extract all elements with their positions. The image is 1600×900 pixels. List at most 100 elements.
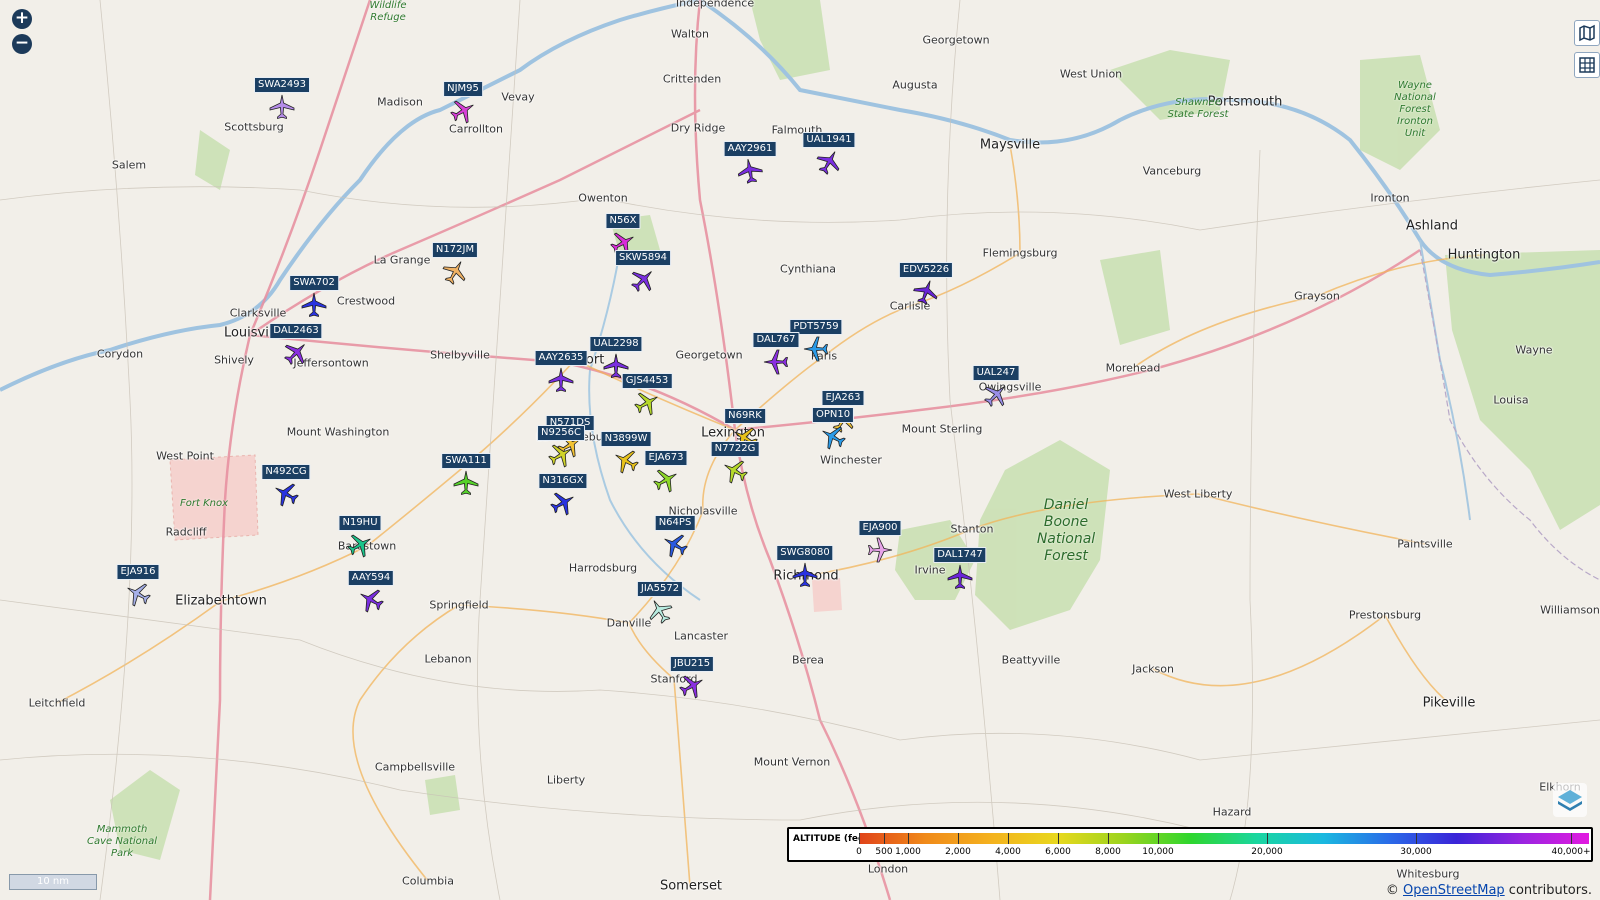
map-canvas[interactable]: Madison Vevay Carrollton Scottsburg Salem Wal… [0, 0, 1600, 900]
town-label: Liberty [546, 773, 586, 787]
legend-tick-mark [1158, 833, 1159, 844]
airplane-icon [453, 470, 479, 496]
town-label: Grayson [1294, 289, 1340, 303]
legend-tick-mark [908, 833, 909, 844]
map-layers-button[interactable] [1574, 20, 1600, 46]
attribution: © OpenStreetMap contributors. [1386, 883, 1592, 898]
town-label: Cynthiana [780, 262, 836, 276]
airplane-icon [679, 675, 703, 699]
aircraft-callsign: N492CG [261, 464, 311, 480]
town-label: Paintsville [1397, 537, 1453, 551]
attribution-prefix: © [1385, 883, 1403, 898]
town-label: Elizabethtown [175, 593, 267, 609]
town-label: Huntington [1447, 247, 1521, 263]
town-label: Maysville [979, 137, 1041, 153]
airplane-icon [984, 386, 1005, 407]
town-label: Jackson [1132, 662, 1174, 676]
airplane-icon [360, 589, 384, 613]
legend-tick-mark [958, 833, 959, 844]
osm-link[interactable]: OpenStreetMap [1403, 883, 1505, 898]
town-label: Flemingsburg [982, 246, 1058, 260]
park-label: Mammoth Cave National Park [86, 824, 158, 859]
legend-tick-label: 1,000 [895, 847, 921, 857]
airplane-icon [816, 151, 840, 175]
airplane-icon [301, 292, 327, 318]
aircraft-callsign: GJS4453 [621, 373, 673, 389]
town-label: Danville [606, 616, 652, 630]
town-label: Radcliff [165, 525, 207, 539]
aircraft-callsign: SKW5894 [615, 250, 671, 266]
town-label: Vanceburg [1142, 164, 1202, 178]
town-label: West Union [1059, 67, 1123, 81]
legend-tick-label: 4,000 [995, 847, 1021, 857]
aircraft-callsign: UAL1941 [802, 132, 856, 148]
town-label: Pikeville [1422, 695, 1476, 711]
town-label: Madison [377, 95, 423, 109]
airplane-icon [615, 450, 639, 474]
town-label: Shelbyville [430, 348, 490, 362]
airplane-icon [631, 271, 652, 292]
aircraft-callsign: N7722G [710, 441, 760, 457]
aircraft-callsign: NJM95 [443, 81, 483, 97]
aircraft-callsign: N69RK [724, 408, 766, 424]
aircraft-callsign: EJA263 [821, 390, 865, 406]
airplane-icon [634, 392, 658, 416]
legend-tick-label: 6,000 [1045, 847, 1071, 857]
town-label: Prestonsburg [1348, 608, 1422, 622]
aircraft-callsign: JBU215 [669, 656, 715, 672]
zoom-out-button[interactable]: − [12, 34, 32, 54]
airplane-icon [947, 564, 973, 590]
park-label: Wayne National Forest Ironton Unit [1394, 80, 1436, 139]
layers-stack-icon[interactable] [1553, 783, 1587, 817]
town-label: Wayne [1515, 343, 1553, 357]
zoom-in-button[interactable]: + [12, 9, 32, 29]
town-label: Salem [111, 158, 147, 172]
town-label: Independence [675, 0, 755, 10]
town-label: West Point [156, 449, 214, 463]
aircraft-callsign: EDV5226 [898, 262, 954, 278]
airplane-icon [548, 367, 574, 393]
aircraft-callsign: N56X [605, 213, 641, 229]
legend-tick-label: 8,000 [1095, 847, 1121, 857]
park-label: Shawnee State Forest [1167, 97, 1229, 120]
airplane-icon [913, 280, 938, 305]
town-label: Mount Vernon [753, 755, 831, 769]
town-label: Corydon [96, 347, 144, 361]
aircraft-callsign: N316GX [538, 473, 588, 489]
attribution-suffix: contributors. [1504, 883, 1592, 898]
town-label: Williamson [1540, 603, 1600, 617]
town-label: Augusta [892, 78, 938, 92]
aircraft-callsign: N172JM [431, 242, 479, 258]
airplane-icon [664, 534, 688, 558]
aircraft-callsign: N3899W [600, 431, 652, 447]
scale-bar: 10 nm [9, 874, 97, 890]
airplane-icon [442, 261, 466, 285]
park-label: Fort Knox [179, 498, 229, 509]
aircraft-callsign: SWA111 [441, 453, 491, 469]
grid-toggle-button[interactable] [1574, 52, 1600, 78]
airplane-icon [450, 100, 474, 124]
airplane-icon [763, 349, 789, 375]
aircraft-callsign: AAY2961 [723, 141, 777, 157]
airplane-icon [284, 344, 305, 365]
legend-tick-label: 0 [856, 847, 862, 857]
town-label: Owenton [578, 191, 628, 205]
aircraft-callsign: EJA916 [116, 564, 160, 580]
town-label: Carrollton [449, 122, 503, 136]
airplane-icon [803, 336, 829, 362]
aircraft-callsign: DAL1747 [933, 547, 987, 563]
legend-tick-mark [1108, 833, 1109, 844]
aircraft-callsign: JIA5572 [636, 581, 684, 597]
town-label: Somerset [659, 878, 723, 894]
legend-tick-mark [1267, 833, 1268, 844]
legend-tick-mark [1416, 833, 1417, 844]
map-icon [1579, 24, 1595, 42]
town-label: Beattyville [1001, 653, 1061, 667]
airplane-icon [724, 460, 748, 484]
airplane-icon [127, 583, 151, 607]
altitude-legend: ALTITUDE (feet) 0 500 1,000 2,000 4,000 6,000… [787, 827, 1593, 862]
aircraft-callsign: SWA2493 [254, 77, 310, 93]
town-label: Mount Washington [286, 425, 390, 439]
legend-tick-label: 30,000 [1400, 847, 1432, 857]
town-label: Whitesburg [1396, 867, 1460, 881]
